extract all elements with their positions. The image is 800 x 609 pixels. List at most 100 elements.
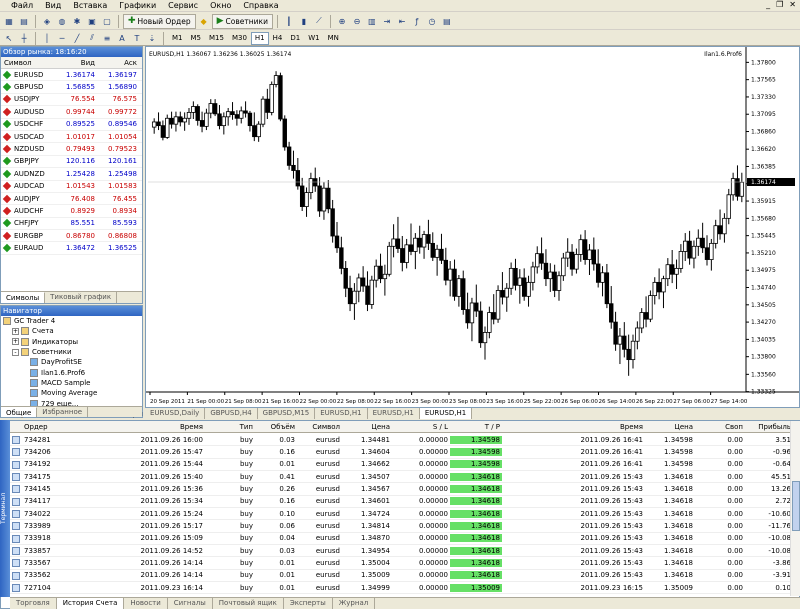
minimize-icon[interactable]: _: [766, 0, 770, 9]
candlestick-chart[interactable]: EURUSD,H1 1.36067 1.36236 1.36025 1.3617…: [146, 47, 799, 407]
history-row[interactable]: 733562 2011.09.26 14:14 buy 0.01 eurusd 1.350…: [10, 570, 790, 583]
timeframe-m1[interactable]: M1: [168, 32, 187, 45]
templates-icon[interactable]: ▤: [440, 14, 454, 28]
navigator-item[interactable]: + Счета: [1, 326, 142, 336]
market-watch-row[interactable]: AUDNZD 1.25428 1.25498: [1, 168, 142, 181]
column-header[interactable]: Своп: [695, 423, 745, 431]
market-watch-row[interactable]: EURGBP 0.86780 0.86808: [1, 230, 142, 243]
history-row[interactable]: 734145 2011.09.26 15:36 buy 0.26 eurusd 1.345…: [10, 483, 790, 496]
column-header[interactable]: Время: [63, 423, 205, 431]
history-row[interactable]: 734022 2011.09.26 15:24 buy 0.10 eurusd 1.347…: [10, 508, 790, 521]
navigator-item[interactable]: Ilan1.6.Prof6: [1, 367, 142, 377]
timeframe-mn[interactable]: MN: [324, 32, 343, 45]
timeframe-h4[interactable]: H4: [269, 32, 287, 45]
navigator-item[interactable]: DayProfitSE: [1, 357, 142, 367]
vertical-line-icon[interactable]: │: [40, 31, 54, 45]
text-icon[interactable]: A: [115, 31, 129, 45]
bar-chart-icon[interactable]: ┃: [282, 14, 296, 28]
navigator-item[interactable]: GC Trader 4: [1, 316, 142, 326]
navigator-tab[interactable]: Общие: [1, 407, 38, 417]
zoom-out-icon[interactable]: ⊖: [350, 14, 364, 28]
history-row[interactable]: 733989 2011.09.26 15:17 buy 0.06 eurusd 1.348…: [10, 520, 790, 533]
indicators-icon[interactable]: ƒ: [410, 14, 424, 28]
navigator-item[interactable]: + Индикаторы: [1, 337, 142, 347]
column-header[interactable]: Ордер: [10, 423, 63, 431]
restore-icon[interactable]: ❐: [776, 0, 783, 9]
chart-tab[interactable]: GBPUSD,H4: [205, 408, 258, 419]
column-header[interactable]: Символ: [297, 423, 342, 431]
fibo-icon[interactable]: ≡: [100, 31, 114, 45]
history-row[interactable]: 733567 2011.09.26 14:14 buy 0.01 eurusd 1.350…: [10, 557, 790, 570]
column-header[interactable]: Время: [502, 423, 645, 431]
expand-icon[interactable]: -: [12, 348, 19, 356]
terminal-tab[interactable]: Эксперты: [284, 598, 333, 609]
market-watch-row[interactable]: GBPJPY 120.116 120.161: [1, 156, 142, 169]
expert-advisors-button[interactable]: ▶ Советники: [211, 13, 273, 29]
autoscroll-icon[interactable]: ⇥: [380, 14, 394, 28]
market-watch-row[interactable]: USDCHF 0.89525 0.89546: [1, 119, 142, 131]
market-watch-row[interactable]: GBPUSD 1.56855 1.56890: [1, 81, 142, 94]
expand-icon[interactable]: +: [12, 338, 19, 346]
terminal-scrollbar[interactable]: [790, 421, 800, 596]
menu-item[interactable]: Окно: [205, 0, 238, 12]
col-ask[interactable]: Аск: [95, 59, 137, 67]
chart-tab[interactable]: GBPUSD,M15: [258, 408, 316, 419]
periods-icon[interactable]: ◷: [425, 14, 439, 28]
menu-item[interactable]: Файл: [6, 0, 40, 12]
arrows-icon[interactable]: ⇣: [145, 31, 159, 45]
column-header[interactable]: Цена: [342, 423, 392, 431]
column-header[interactable]: Объём: [255, 423, 297, 431]
market-watch-row[interactable]: AUDJPY 76.408 76.455: [1, 193, 142, 206]
history-row[interactable]: 733918 2011.09.26 15:09 buy 0.04 eurusd 1.348…: [10, 533, 790, 546]
market-watch-row[interactable]: EURAUD 1.36472 1.36525: [1, 242, 142, 255]
navigator-item[interactable]: - Советники: [1, 347, 142, 357]
terminal-tab[interactable]: Торговля: [10, 598, 57, 609]
timeframe-d1[interactable]: D1: [286, 32, 304, 45]
terminal-tab[interactable]: Почтовый ящик: [213, 598, 284, 609]
trendline-icon[interactable]: ╱: [70, 31, 84, 45]
timeframe-w1[interactable]: W1: [304, 32, 323, 45]
market-watch-row[interactable]: AUDUSD 0.99744 0.99772: [1, 106, 142, 119]
navigator-item[interactable]: MACD Sample: [1, 378, 142, 388]
market-watch-row[interactable]: NZDUSD 0.79493 0.79523: [1, 143, 142, 156]
market-watch-icon[interactable]: ◈: [40, 14, 54, 28]
terminal-tab[interactable]: Новости: [124, 598, 168, 609]
terminal-icon[interactable]: ▣: [85, 14, 99, 28]
label-icon[interactable]: T: [130, 31, 144, 45]
channel-icon[interactable]: ⫽: [85, 31, 99, 45]
navigator-item[interactable]: Moving Average: [1, 388, 142, 398]
market-watch-row[interactable]: AUDCAD 1.01543 1.01583: [1, 181, 142, 193]
chart-tab[interactable]: EURUSD,H1: [315, 408, 368, 419]
tester-icon[interactable]: ▢: [100, 14, 114, 28]
market-watch-row[interactable]: USDCAD 1.01017 1.01054: [1, 131, 142, 144]
market-watch-row[interactable]: USDJPY 76.554 76.575: [1, 94, 142, 107]
chart-window[interactable]: EURUSD,H1 1.36067 1.36236 1.36025 1.3617…: [145, 46, 800, 408]
chart-tab[interactable]: EURUSD,H1: [368, 408, 420, 419]
cursor-icon[interactable]: ↖: [2, 31, 16, 45]
menu-item[interactable]: Графики: [114, 0, 163, 12]
history-row[interactable]: 727104 2011.09.23 16:14 buy 0.01 eurusd 1.349…: [10, 582, 790, 595]
timeframe-m5[interactable]: M5: [187, 32, 206, 45]
timeframe-m30[interactable]: M30: [228, 32, 251, 45]
history-row[interactable]: 734192 2011.09.26 15:44 buy 0.01 eurusd 1.346…: [10, 459, 790, 472]
data-window-icon[interactable]: ◍: [55, 14, 69, 28]
market-watch-tab[interactable]: Символы: [1, 292, 46, 303]
timeframe-m15[interactable]: M15: [205, 32, 228, 45]
terminal-tab[interactable]: История Счета: [56, 598, 125, 609]
navigator-tab[interactable]: Избранное: [37, 407, 89, 417]
terminal-tab[interactable]: Сигналы: [168, 598, 213, 609]
column-header[interactable]: Прибыль: [745, 423, 793, 431]
new-chart-icon[interactable]: ▦: [2, 14, 16, 28]
col-symbol[interactable]: Символ: [1, 59, 53, 67]
menu-item[interactable]: Вид: [40, 0, 68, 12]
market-watch-row[interactable]: AUDCHF 0.8929 0.8934: [1, 205, 142, 218]
history-row[interactable]: 734206 2011.09.26 15:47 buy 0.16 eurusd 1.346…: [10, 446, 790, 459]
market-watch-row[interactable]: EURUSD 1.36174 1.36197: [1, 69, 142, 82]
col-bid[interactable]: Вид: [53, 59, 95, 67]
column-header[interactable]: Цена: [645, 423, 695, 431]
horizontal-line-icon[interactable]: ─: [55, 31, 69, 45]
chart-tab[interactable]: EURUSD,Daily: [145, 408, 206, 419]
history-row[interactable]: 734175 2011.09.26 15:40 buy 0.41 eurusd 1.345…: [10, 471, 790, 484]
history-row[interactable]: 733857 2011.09.26 14:52 buy 0.03 eurusd 1.349…: [10, 545, 790, 558]
navigator-icon[interactable]: ✱: [70, 14, 84, 28]
